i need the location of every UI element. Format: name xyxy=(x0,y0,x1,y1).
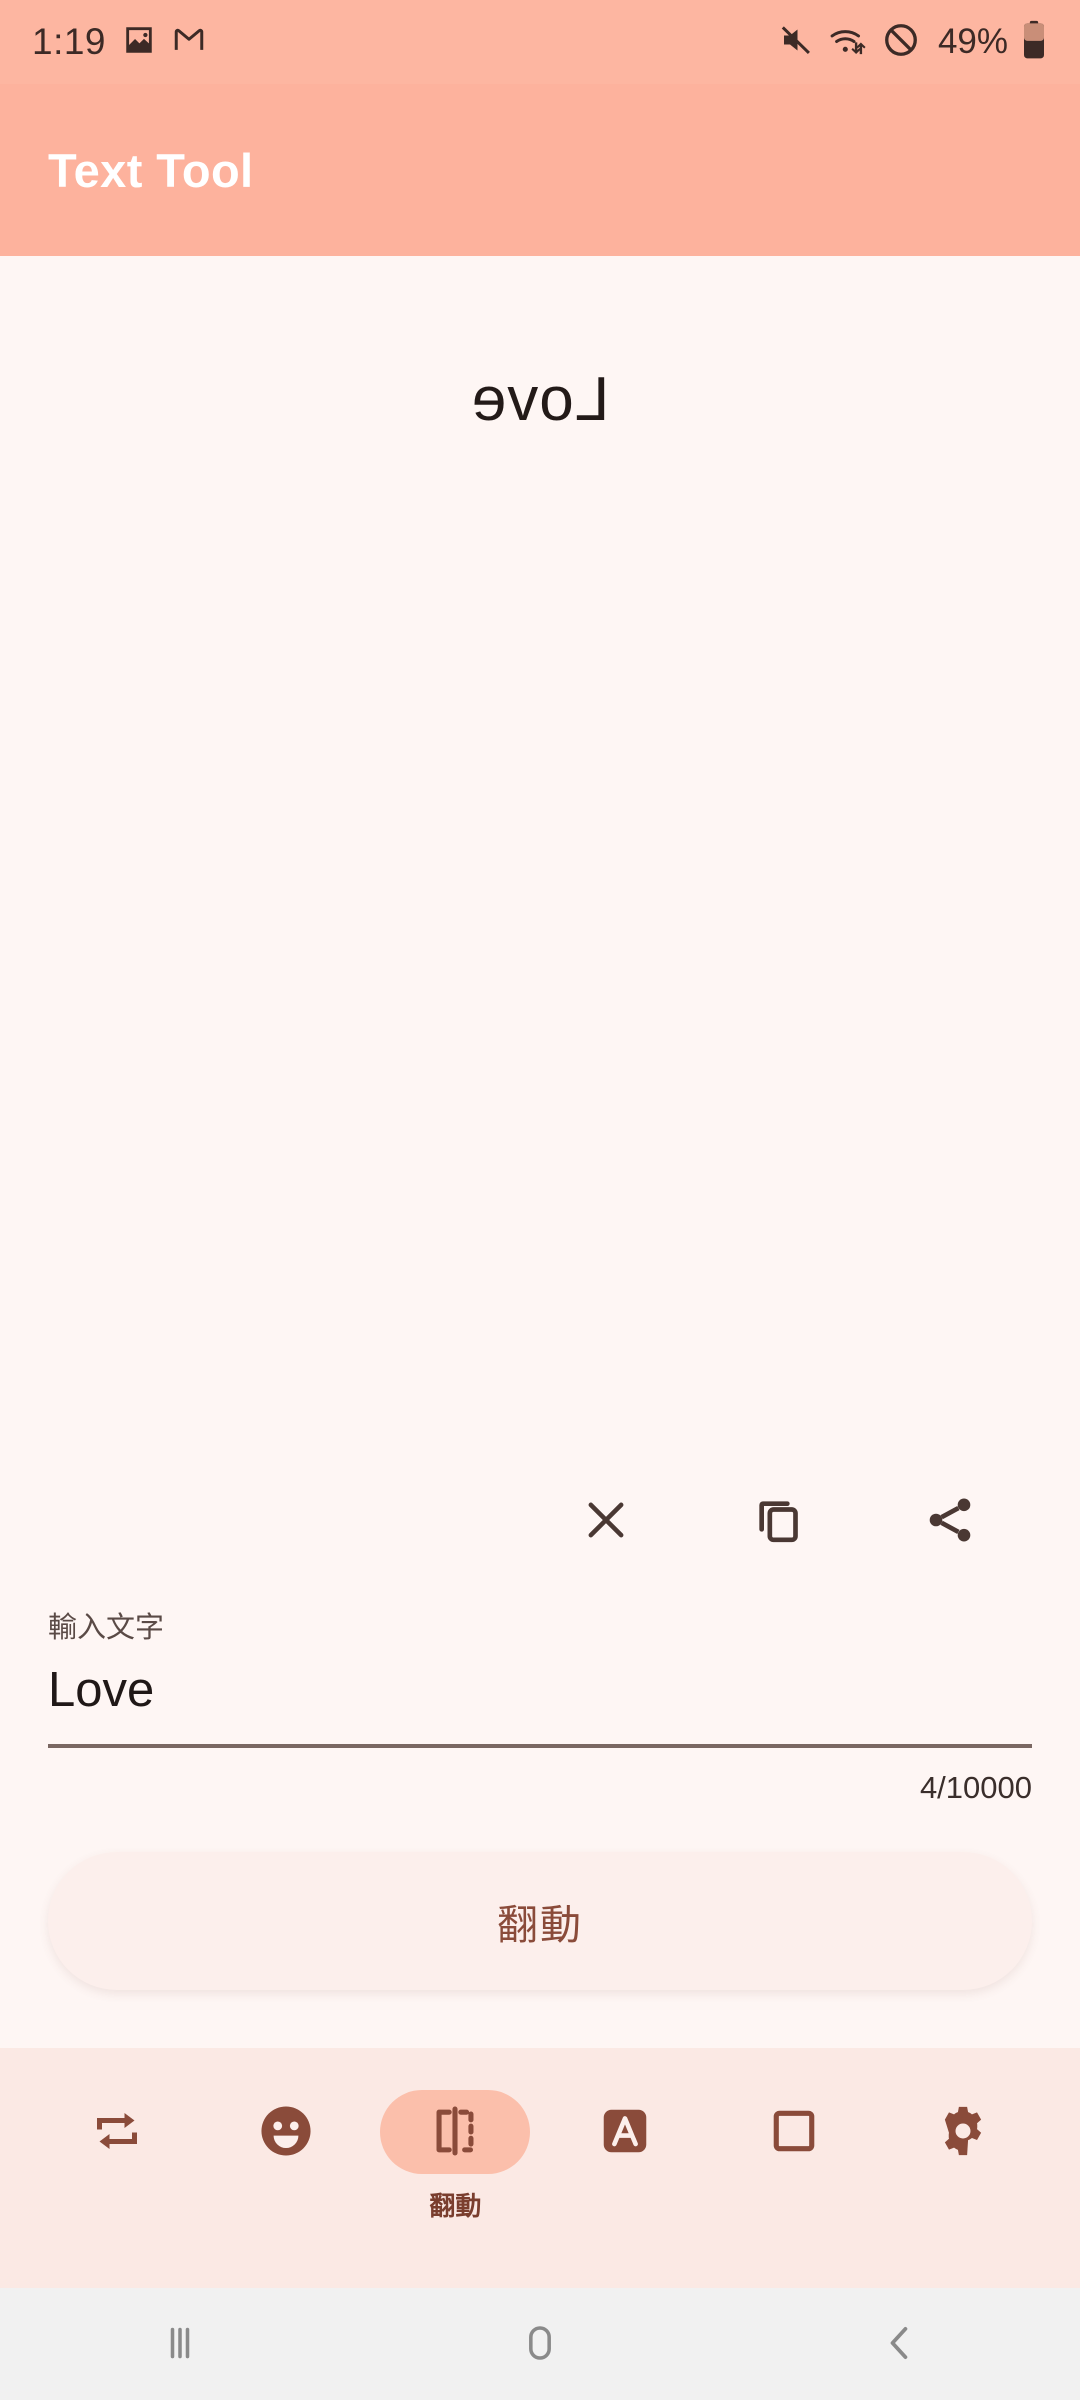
emoji-icon xyxy=(255,2100,317,2165)
gear-icon xyxy=(934,2102,992,2163)
close-icon xyxy=(580,1494,632,1549)
font-a-icon xyxy=(596,2102,654,2163)
background-tool-pill xyxy=(719,2090,869,2174)
phone-screen: 1:19 49% Text Tool Love 輸入文字 Love 4/1000… xyxy=(0,0,1080,2400)
do-not-disturb-icon xyxy=(882,21,920,64)
recents-icon xyxy=(155,2318,205,2371)
background-tool-button[interactable] xyxy=(719,2090,869,2186)
flipped-text-preview: Love xyxy=(470,365,610,434)
bottom-toolbar: 翻動 xyxy=(0,2048,1080,2288)
flip-icon xyxy=(426,2102,484,2163)
text-input[interactable]: Love xyxy=(48,1662,1032,1744)
back-button[interactable] xyxy=(800,2288,1000,2400)
status-bar-right: 49% xyxy=(778,20,1046,65)
content-bottom-spacer xyxy=(0,1990,1080,2048)
status-bar: 1:19 49% xyxy=(0,0,1080,84)
recents-button[interactable] xyxy=(80,2288,280,2400)
back-icon xyxy=(875,2318,925,2371)
content-area: Love 輸入文字 Love 4/10000 翻動 xyxy=(0,256,1080,2048)
copy-icon xyxy=(750,1492,806,1551)
preview-area: Love xyxy=(0,256,1080,1484)
share-icon xyxy=(922,1492,978,1551)
clear-button[interactable] xyxy=(568,1484,644,1560)
repeat-icon xyxy=(87,2101,147,2164)
emoji-tool-button[interactable] xyxy=(211,2090,361,2186)
flip-tool-label: 翻動 xyxy=(429,2191,482,2221)
font-tool-button[interactable] xyxy=(550,2090,700,2186)
settings-tool-pill xyxy=(888,2090,1038,2174)
repeat-tool-pill xyxy=(42,2090,192,2174)
mute-icon xyxy=(778,22,814,63)
text-input-block: 輸入文字 Love 4/10000 xyxy=(0,1604,1080,1806)
repeat-tool-button[interactable] xyxy=(42,2090,192,2186)
app-bar: Text Tool xyxy=(0,84,1080,256)
gmail-icon xyxy=(172,23,206,62)
square-icon xyxy=(766,2103,822,2162)
font-tool-pill xyxy=(550,2090,700,2174)
share-button[interactable] xyxy=(912,1484,988,1560)
emoji-tool-pill xyxy=(211,2090,361,2174)
action-row xyxy=(0,1484,1080,1560)
battery-percent-label: 49% xyxy=(937,22,1008,61)
flip-tool-pill xyxy=(380,2090,531,2174)
home-icon xyxy=(515,2318,565,2371)
status-bar-clock: 1:19 xyxy=(32,21,107,62)
image-icon xyxy=(122,23,156,62)
settings-tool-button[interactable] xyxy=(888,2090,1038,2186)
status-bar-left: 1:19 xyxy=(32,21,206,63)
battery-icon xyxy=(1022,20,1046,65)
wifi-icon xyxy=(828,22,868,63)
flip-tool-button[interactable]: 翻動 xyxy=(380,2090,531,2223)
text-input-underline xyxy=(48,1744,1032,1748)
copy-button[interactable] xyxy=(740,1484,816,1560)
text-input-label: 輸入文字 xyxy=(48,1611,165,1644)
page-title: Text Tool xyxy=(48,143,254,197)
system-nav-bar xyxy=(0,2288,1080,2400)
home-button[interactable] xyxy=(440,2288,640,2400)
character-counter: 4/10000 xyxy=(919,1770,1032,1805)
flip-action-button[interactable]: 翻動 xyxy=(48,1852,1032,1990)
